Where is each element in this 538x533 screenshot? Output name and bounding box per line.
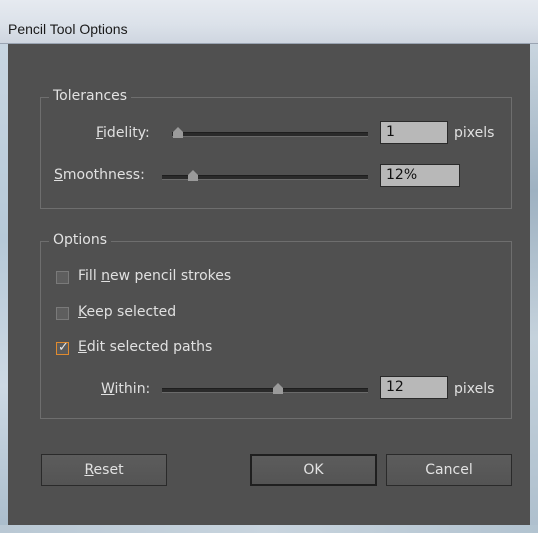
fill-new-strokes-label[interactable]: Fill new pencil strokes — [78, 268, 231, 284]
smoothness-input[interactable]: 12% — [380, 164, 460, 187]
window-frame-right — [530, 44, 538, 533]
fidelity-unit: pixels — [454, 125, 495, 141]
window-frame-left — [0, 44, 8, 533]
keep-selected-checkbox[interactable] — [56, 307, 69, 320]
fidelity-slider-track[interactable] — [172, 132, 368, 137]
within-slider-thumb[interactable] — [273, 383, 283, 394]
within-input[interactable]: 12 — [380, 376, 448, 399]
smoothness-label: Smoothness: — [54, 167, 145, 183]
checkmark-icon: ✓ — [58, 340, 69, 355]
edit-selected-paths-label[interactable]: Edit selected paths — [78, 339, 212, 355]
edit-selected-paths-checkbox[interactable]: ✓ — [56, 340, 69, 355]
dialog-body: Tolerances Fidelity: 1 pixels Smoothness… — [8, 44, 530, 525]
ok-button[interactable]: OK — [250, 454, 377, 486]
smoothness-slider-thumb[interactable] — [188, 170, 198, 181]
title-bar[interactable]: Pencil Tool Options — [0, 0, 538, 44]
tolerances-legend: Tolerances — [49, 88, 132, 104]
cancel-button[interactable]: Cancel — [386, 454, 512, 486]
fidelity-slider-thumb[interactable] — [173, 127, 183, 138]
tolerances-group: Tolerances — [40, 88, 512, 209]
options-legend: Options — [49, 232, 112, 248]
fidelity-label: Fidelity: — [96, 125, 150, 141]
reset-button[interactable]: Reset — [41, 454, 167, 486]
fidelity-input[interactable]: 1 — [380, 121, 448, 144]
keep-selected-label[interactable]: Keep selected — [78, 304, 176, 320]
within-label: Within: — [101, 381, 151, 397]
fill-new-strokes-checkbox[interactable] — [56, 271, 69, 284]
within-unit: pixels — [454, 381, 495, 397]
window-frame-bottom — [0, 525, 538, 533]
window-title: Pencil Tool Options — [8, 21, 128, 37]
within-slider-track[interactable] — [162, 388, 368, 393]
